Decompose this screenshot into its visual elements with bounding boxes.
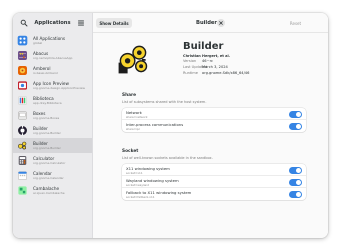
abacus-icon: [18, 51, 27, 60]
sidebar-item-name: Calculator: [33, 155, 55, 161]
permission-key: socket=wayland: [126, 182, 150, 187]
version-value: 46~rc: [202, 59, 213, 63]
calendar-icon: [18, 171, 27, 180]
sidebar-item-biblioteca[interactable]: Biblioteca app.drey.Biblioteca: [13, 93, 92, 108]
runtime-label: Runtime: [183, 71, 199, 75]
close-icon[interactable]: [217, 18, 225, 27]
sidebar-item-abacus[interactable]: Abacus org.nemophila.AbacusApp: [13, 48, 92, 63]
share-section-desc: List of subsystems shared with the host …: [122, 100, 207, 104]
sidebar-item-id: ar.xjuan.Cambalache: [33, 191, 65, 195]
x11-toggle[interactable]: [289, 167, 302, 174]
share-card: Network share=network Inter-process comm…: [122, 108, 306, 132]
sidebar: Applications All Applications global Aba…: [13, 13, 93, 238]
socket-card: X11 windowing system socket=x11 Wayland …: [122, 164, 306, 200]
socket-section-title: Socket: [122, 149, 139, 154]
toggle-knob: [295, 167, 302, 174]
cambalache-icon: [18, 186, 27, 195]
sidebar-item-amberol[interactable]: Amberol io.bassi.Amberol: [13, 63, 92, 78]
sidebar-header: Applications: [13, 13, 92, 33]
permission-key: share=ipc: [126, 126, 141, 131]
sidebar-item-builder-selected[interactable]: Builder org.gnome.Builder: [13, 138, 92, 153]
wayland-toggle[interactable]: [289, 179, 302, 186]
sidebar-item-id: io.bassi.Amberol: [33, 71, 58, 75]
main-header: Show Details Builder Reset: [93, 13, 328, 33]
toggle-knob: [295, 111, 302, 118]
app-name: Builder: [183, 41, 224, 52]
fallback-x11-toggle[interactable]: [289, 191, 302, 198]
sidebar-item-name: Builder: [33, 140, 48, 146]
sidebar-item-id: app.drey.Biblioteca: [33, 101, 62, 105]
app-window: Applications All Applications global Aba…: [13, 13, 328, 238]
sidebar-item-name: Builder: [33, 125, 48, 131]
toggle-knob: [295, 191, 302, 198]
builder-icon: [18, 125, 27, 136]
sidebar-title: Applications: [34, 20, 71, 26]
sidebar-item-cambalache[interactable]: Cambalache ar.xjuan.Cambalache: [13, 183, 92, 198]
permission-row: Wayland windowing system socket=wayland: [122, 176, 306, 188]
search-icon[interactable]: [20, 19, 28, 27]
show-details-button[interactable]: Show Details: [96, 18, 132, 28]
ipc-toggle[interactable]: [289, 123, 302, 130]
sidebar-item-id: org.gnome.Builder: [33, 146, 61, 150]
sidebar-item-name: App Icon Preview: [33, 80, 69, 86]
boxes-icon: [18, 111, 27, 120]
sidebar-item-name: All Applications: [33, 35, 66, 41]
app-author: Christian Hergert, et al.: [183, 54, 231, 58]
sidebar-item-id: org.gnome.Calculator: [33, 161, 66, 165]
toggle-knob: [295, 123, 302, 130]
hamburger-menu-icon[interactable]: [77, 19, 85, 27]
share-section-title: Share: [122, 93, 137, 98]
app-icon-preview-icon: [18, 81, 27, 90]
sidebar-item-calendar[interactable]: Calendar org.gnome.Calendar: [13, 168, 92, 183]
sidebar-item-app-icon-preview[interactable]: App Icon Preview org.gnome.design.AppIco…: [13, 78, 92, 93]
permission-key: socket=x11: [126, 170, 143, 175]
sidebar-item-id: org.gnome.Calendar: [33, 176, 64, 180]
biblioteca-icon: [18, 96, 27, 105]
sidebar-item-name: Cambalache: [33, 185, 60, 191]
sidebar-item-boxes[interactable]: Boxes org.gnome.Boxes: [13, 108, 92, 123]
permission-row: Inter-process communications share=ipc: [122, 120, 306, 132]
sidebar-item-calculator[interactable]: Calculator org.gnome.Calculator: [13, 153, 92, 168]
network-toggle[interactable]: [289, 111, 302, 118]
application-list: All Applications global Abacus org.nemop…: [13, 33, 92, 198]
permission-key: socket=fallback-x11: [126, 194, 155, 199]
builder-icon: [18, 141, 27, 150]
sidebar-item-builder[interactable]: Builder org.gnome.Builder: [13, 123, 92, 138]
permission-key: share=network: [126, 114, 148, 119]
reset-button[interactable]: Reset: [287, 18, 304, 28]
permission-row: X11 windowing system socket=x11: [122, 164, 306, 176]
sidebar-item-id: org.gnome.Builder: [33, 131, 61, 135]
socket-section-desc: List of well-known sockets available in …: [122, 156, 213, 160]
runtime-value: org.gnome.Sdk/x86_64/46: [202, 71, 250, 75]
calculator-icon: [18, 156, 27, 165]
app-summary: Builder Christian Hergert, et al. Versio…: [93, 37, 328, 97]
toggle-knob: [295, 179, 302, 186]
permission-row: Fallback to X11 windowing system socket=…: [122, 188, 306, 200]
sidebar-item-id: global: [33, 41, 43, 45]
page-title: Builder: [196, 19, 217, 26]
all-apps-icon: [17, 35, 28, 46]
version-label: Version: [183, 59, 197, 63]
sidebar-item-name: Boxes: [33, 110, 46, 116]
sidebar-item-id: org.gnome.Boxes: [33, 116, 60, 120]
main-panel: Show Details Builder Reset Builder Chris…: [93, 13, 328, 238]
sidebar-item-name: Abacus: [33, 50, 49, 56]
sidebar-item-id: org.gnome.design.AppIconPreview: [33, 86, 85, 90]
builder-logo-icon: [118, 45, 148, 74]
sidebar-item-all-applications[interactable]: All Applications global: [13, 33, 92, 48]
amberol-icon: [18, 66, 27, 75]
permission-row: Network share=network: [122, 108, 306, 120]
sidebar-item-name: Amberol: [33, 65, 51, 71]
sidebar-item-name: Biblioteca: [33, 95, 54, 101]
sidebar-item-id: org.nemophila.AbacusApp: [33, 56, 73, 60]
last-updated-value: March 3, 2024: [202, 65, 228, 69]
sidebar-item-name: Calendar: [33, 170, 52, 176]
